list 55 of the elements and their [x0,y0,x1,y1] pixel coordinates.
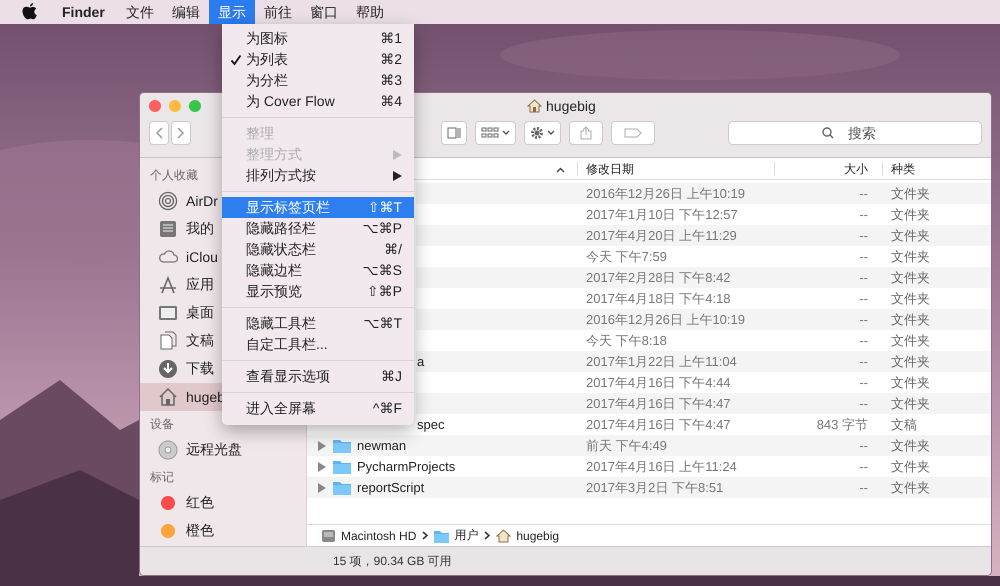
kind-cell: 文件夹 [882,393,991,414]
kind-cell-text: 文件夹 [890,248,931,266]
name-cell-text: spec [416,416,446,434]
size-cell: -- [774,225,882,246]
date-cell: 2017年1月22日 上午11:04 [577,351,774,372]
sidebar-section-title: 设备 [150,416,174,433]
date-cell: 2016年12月26日 上午10:19 [577,309,774,330]
kind-cell-text: 文件夹 [890,374,931,392]
size-cell: -- [774,435,882,456]
kind-cell: 文件夹 [882,435,991,456]
kind-cell-text: 文件夹 [890,290,931,308]
kind-cell: 文件夹 [882,183,991,204]
size-cell: -- [774,351,882,372]
size-cell: -- [774,393,882,414]
name-cell: newman [307,435,577,456]
status-bar: 15 项，90.34 GB 可用 [140,546,991,575]
size-cell: -- [774,183,882,204]
kind-cell-text: 文件夹 [890,332,931,350]
size-cell-text: -- [858,206,869,224]
sidebar-section-title: 标记 [150,469,174,486]
date-cell: 2017年3月2日 下午8:51 [577,477,774,498]
date-cell-text: 2017年4月16日 下午4:47 [585,416,732,434]
kind-cell: 文件夹 [882,351,991,372]
name-cell: PycharmProjects [307,456,577,477]
kind-cell: 文件夹 [882,477,991,498]
kind-cell: 文件夹 [882,309,991,330]
size-cell: -- [774,267,882,288]
size-cell-text: -- [858,458,869,476]
date-cell: 2017年4月16日 下午4:47 [577,393,774,414]
kind-cell: 文件夹 [882,267,991,288]
size-cell-text: 843 字节 [816,416,869,434]
date-cell-text: 2017年4月16日 上午11:24 [585,458,738,476]
size-cell-text: -- [858,290,869,308]
size-cell: -- [774,477,882,498]
sidebar-section-title: 个人收藏 [150,167,198,184]
date-cell-text: 今天 下午8:18 [585,332,668,350]
date-cell: 2017年2月28日 下午8:42 [577,267,774,288]
kind-cell-text: 文件夹 [890,458,931,476]
name-cell: reportScript [307,477,577,498]
date-cell-text: 今天 下午7:59 [585,248,668,266]
date-cell-text: 2017年4月16日 下午4:44 [585,374,732,392]
size-cell-text: -- [858,332,869,350]
size-cell-text: -- [858,248,869,266]
window-title: hugebig [546,98,596,114]
kind-cell-text: 文稿 [890,416,918,434]
date-cell: 2017年4月20日 上午11:29 [577,225,774,246]
name-cell: a [416,351,577,372]
date-cell: 2016年12月26日 上午10:19 [577,183,774,204]
kind-cell-text: 文件夹 [890,206,931,224]
size-cell-text: -- [858,374,869,392]
date-cell: 前天 下午4:49 [577,435,774,456]
date-cell-text: 2017年1月10日 下午12:57 [585,206,739,224]
size-cell: -- [774,309,882,330]
kind-cell: 文件夹 [882,225,991,246]
date-cell-text: 2017年4月18日 下午4:18 [585,290,732,308]
